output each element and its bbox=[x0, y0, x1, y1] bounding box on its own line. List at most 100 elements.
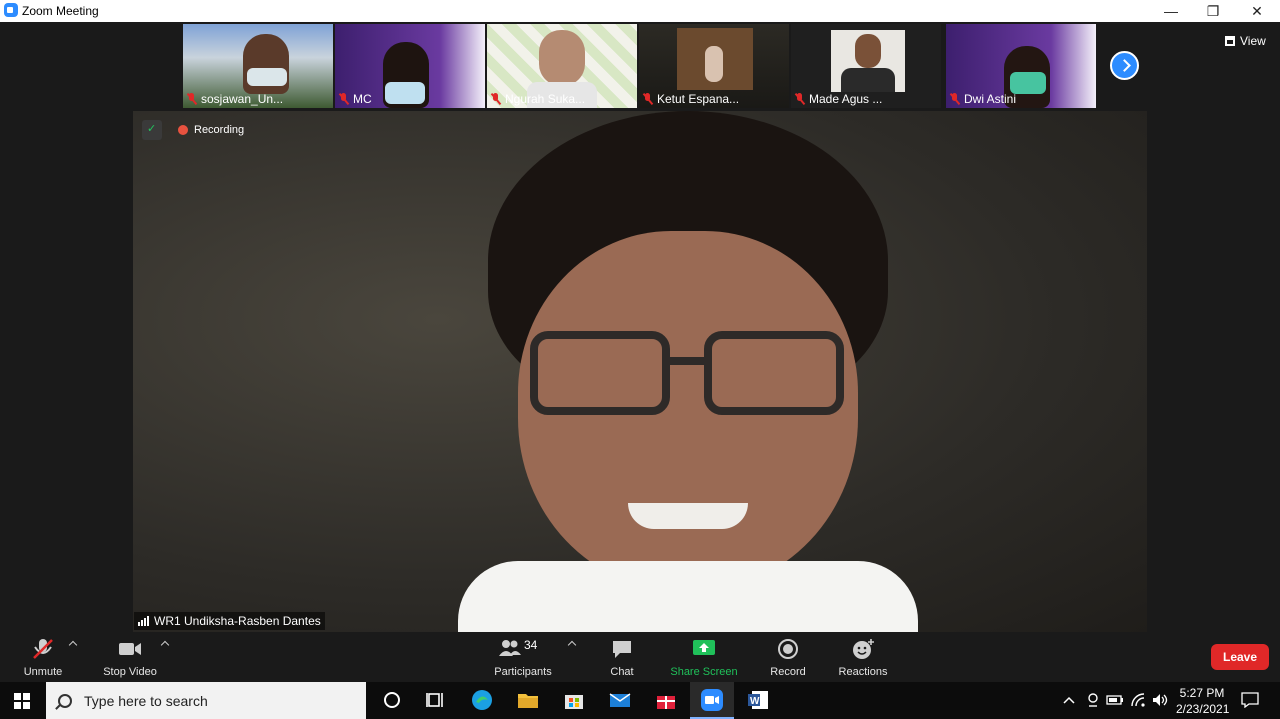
title-bar: Zoom Meeting — ❐ ✕ bbox=[0, 0, 1280, 22]
search-placeholder: Type here to search bbox=[84, 692, 208, 709]
participants-icon: 34 bbox=[498, 638, 548, 660]
smiley-icon bbox=[837, 638, 889, 660]
volume-icon[interactable] bbox=[1151, 692, 1169, 711]
zoom-taskbar-icon[interactable] bbox=[690, 682, 734, 719]
clock-time: 5:27 PM bbox=[1179, 686, 1225, 700]
participants-label: Participants bbox=[494, 666, 552, 678]
microsoft-store-icon[interactable] bbox=[562, 688, 586, 712]
reactions-label: Reactions bbox=[838, 666, 888, 678]
participants-options-caret-icon[interactable] bbox=[567, 640, 577, 650]
zoom-meeting-window: Zoom Meeting — ❐ ✕ sosjawan_Un... MC Ngu… bbox=[0, 0, 1280, 719]
mic-muted-icon bbox=[950, 93, 960, 105]
security-shield-icon[interactable] bbox=[142, 120, 162, 140]
webcam-tray-icon[interactable] bbox=[1086, 692, 1100, 711]
restore-button[interactable]: ❐ bbox=[1190, 0, 1236, 22]
speaker-shirt bbox=[458, 561, 918, 632]
video-options-caret-icon[interactable] bbox=[160, 640, 170, 650]
show-hidden-icons-chevron[interactable] bbox=[1062, 693, 1076, 710]
participant-video bbox=[539, 30, 585, 86]
view-label: View bbox=[1240, 34, 1266, 48]
audio-options-caret-icon[interactable] bbox=[68, 640, 78, 650]
reactions-button[interactable]: Reactions bbox=[837, 638, 889, 678]
glasses-right-lens bbox=[704, 331, 844, 415]
participant-name: Dwi Astini bbox=[950, 92, 1016, 106]
mic-muted-icon bbox=[795, 93, 805, 105]
taskbar-search-box[interactable]: Type here to search bbox=[46, 682, 366, 719]
participants-button[interactable]: 34 Participants bbox=[492, 638, 554, 678]
chat-button[interactable]: Chat bbox=[604, 638, 640, 678]
leave-button[interactable]: Leave bbox=[1211, 644, 1269, 670]
suit bbox=[841, 68, 895, 92]
stop-video-button[interactable]: Stop Video bbox=[100, 638, 160, 678]
participant-face bbox=[855, 34, 881, 68]
participant-name: sosjawan_Un... bbox=[187, 92, 283, 106]
participant-figure bbox=[705, 46, 723, 82]
record-icon bbox=[768, 638, 808, 660]
participant-tile[interactable]: Ngurah Suka... bbox=[487, 24, 637, 108]
face-mask bbox=[385, 82, 425, 104]
mic-muted-icon bbox=[643, 93, 653, 105]
mic-muted-icon bbox=[491, 93, 501, 105]
share-screen-icon bbox=[670, 638, 738, 660]
view-button[interactable]: View bbox=[1225, 34, 1266, 48]
share-screen-label: Share Screen bbox=[670, 666, 738, 678]
active-speaker-video: Recording WR1 Undiksha-Rasben Dantes bbox=[133, 111, 1147, 632]
face-mask bbox=[1010, 72, 1046, 94]
gift-app-icon[interactable] bbox=[654, 688, 678, 712]
battery-icon[interactable] bbox=[1106, 694, 1124, 709]
word-icon[interactable]: W bbox=[746, 688, 770, 712]
taskbar-clock[interactable]: 5:27 PM 2/23/2021 bbox=[1176, 685, 1230, 717]
file-explorer-icon[interactable] bbox=[516, 688, 540, 712]
mic-muted-icon bbox=[187, 93, 197, 105]
speaker-name: WR1 Undiksha-Rasben Dantes bbox=[154, 614, 321, 628]
next-page-button[interactable] bbox=[1110, 51, 1139, 80]
participant-tile[interactable]: Ketut Espana... bbox=[639, 24, 789, 108]
cortana-icon[interactable] bbox=[380, 688, 404, 712]
task-view-icon[interactable] bbox=[423, 688, 447, 712]
face-mask bbox=[247, 68, 287, 86]
zoom-app-icon bbox=[4, 3, 18, 17]
search-icon bbox=[58, 693, 72, 708]
glasses-bridge bbox=[668, 357, 708, 365]
chat-bubble-icon bbox=[604, 638, 640, 660]
minimize-button[interactable]: — bbox=[1148, 0, 1194, 22]
participant-name: Made Agus ... bbox=[795, 92, 882, 106]
signal-bars-icon bbox=[138, 616, 149, 626]
participants-count: 34 bbox=[524, 638, 538, 652]
speaker-name-tag: WR1 Undiksha-Rasben Dantes bbox=[134, 612, 325, 630]
windows-taskbar: Type here to search W 5:27 PM 2/23/2021 bbox=[0, 682, 1280, 719]
speaker-teeth bbox=[628, 503, 748, 529]
meeting-controls: Unmute Stop Video 34 Participants Chat S… bbox=[0, 632, 1280, 682]
recording-indicator[interactable]: Recording bbox=[172, 120, 250, 140]
mic-muted-icon bbox=[339, 93, 349, 105]
windows-start-icon[interactable] bbox=[14, 693, 30, 709]
participant-tile[interactable]: Dwi Astini bbox=[946, 24, 1096, 108]
chat-label: Chat bbox=[610, 666, 634, 678]
view-grid-icon bbox=[1225, 36, 1235, 46]
unmute-button[interactable]: Unmute bbox=[20, 638, 66, 678]
close-button[interactable]: ✕ bbox=[1234, 0, 1280, 22]
participant-name: Ketut Espana... bbox=[643, 92, 739, 106]
participant-name: Ngurah Suka... bbox=[491, 92, 585, 106]
gallery-strip: sosjawan_Un... MC Ngurah Suka... Ketut E… bbox=[0, 22, 1280, 110]
recording-dot-icon bbox=[178, 125, 188, 135]
edge-browser-icon[interactable] bbox=[470, 688, 494, 712]
unmute-label: Unmute bbox=[23, 666, 63, 678]
speaker-figure bbox=[458, 111, 918, 632]
record-label: Record bbox=[770, 666, 806, 678]
record-button[interactable]: Record bbox=[768, 638, 808, 678]
mail-icon[interactable] bbox=[608, 688, 632, 712]
svg-text:W: W bbox=[750, 696, 760, 707]
participant-tile[interactable]: sosjawan_Un... bbox=[183, 24, 333, 108]
clock-date: 2/23/2021 bbox=[1176, 702, 1230, 716]
participant-tile[interactable]: MC bbox=[335, 24, 485, 108]
notifications-icon[interactable] bbox=[1241, 692, 1259, 711]
share-screen-button[interactable]: Share Screen bbox=[670, 638, 738, 678]
video-camera-icon bbox=[100, 638, 160, 660]
window-title: Zoom Meeting bbox=[22, 4, 99, 18]
participant-tile[interactable]: Made Agus ... bbox=[791, 24, 941, 108]
wifi-icon[interactable] bbox=[1130, 692, 1146, 711]
participant-name: MC bbox=[339, 92, 372, 106]
stop-video-label: Stop Video bbox=[103, 666, 157, 678]
glasses-left-lens bbox=[530, 331, 670, 415]
